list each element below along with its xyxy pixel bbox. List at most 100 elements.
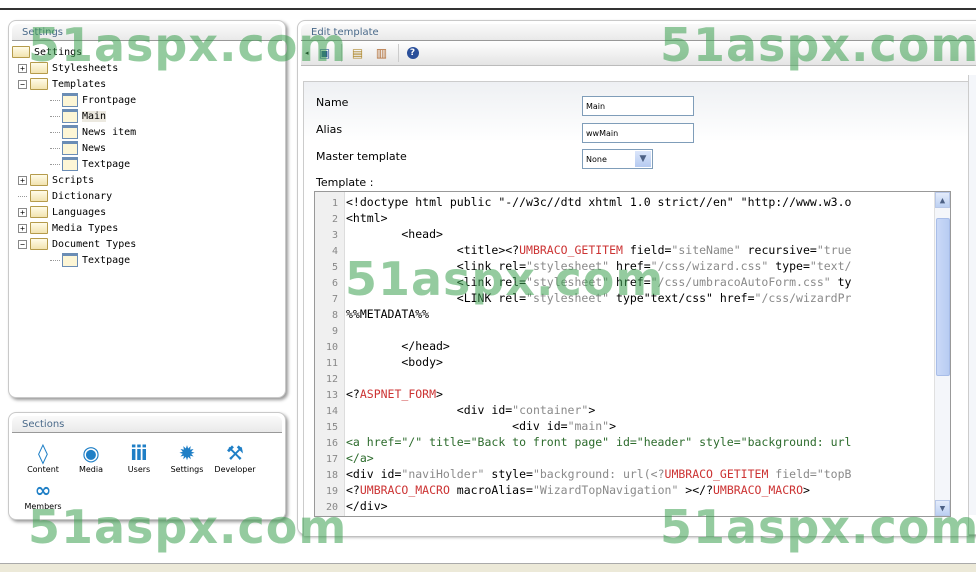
- tree-node[interactable]: − Document Types: [12, 236, 285, 252]
- tree-line: [50, 115, 60, 117]
- tree-node[interactable]: Main: [12, 108, 285, 124]
- tree-node[interactable]: Frontpage: [12, 92, 285, 108]
- line-number: 20: [325, 502, 338, 513]
- expand-icon[interactable]: +: [18, 175, 27, 185]
- template-icon: [62, 141, 78, 155]
- code-token: <div id=: [346, 419, 568, 433]
- tree-line: [50, 131, 60, 133]
- template-icon: [62, 125, 78, 139]
- sections-grid: ◊ Content ◉ Media ⅲ Users ✹ Settings ⚒ Developer ∞…: [9, 433, 285, 515]
- code-token: %%METADATA%%: [346, 307, 430, 321]
- code-text: <?ASPNET_FORM>: [342, 387, 443, 401]
- tree-node[interactable]: − Templates: [12, 76, 285, 92]
- insert-field-icon[interactable]: ▤: [350, 45, 366, 61]
- tree-node[interactable]: + Stylesheets: [12, 60, 285, 76]
- section-content[interactable]: ◊ Content: [19, 441, 67, 474]
- code-text: <a href="/" title="Back to front page" i…: [342, 435, 851, 449]
- tree-node-label: Media Types: [52, 222, 119, 234]
- section-members[interactable]: ∞ Members: [19, 478, 67, 511]
- settings-panel: Settings Settings + Stylesheets − Templates F…: [8, 20, 286, 398]
- expand-icon[interactable]: +: [18, 223, 27, 233]
- tree-line: [50, 99, 60, 101]
- tree-node[interactable]: + Scripts: [12, 172, 285, 188]
- scroll-thumb[interactable]: [936, 218, 950, 376]
- settings-tree: Settings + Stylesheets − Templates Frontpage M…: [9, 41, 285, 268]
- code-token: ASPNET_FORM: [359, 387, 437, 401]
- tree-node-label: Dictionary: [52, 190, 113, 202]
- tree-line: [18, 195, 27, 197]
- code-token: </a>: [346, 451, 374, 465]
- code-line: 6 <link rel="stylesheet" href="/css/umbr…: [315, 274, 950, 290]
- code-token: type"text/css" href=: [609, 291, 755, 305]
- open-folder-icon: [30, 78, 48, 90]
- code-line: 3 <head>: [315, 226, 950, 242]
- code-token: <LINK rel=: [346, 291, 527, 305]
- code-text: </head>: [342, 339, 449, 353]
- code-token: <a href="/" title="Back to front page" i…: [346, 435, 852, 449]
- code-token: href=: [609, 275, 651, 289]
- code-token: "text/: [809, 259, 852, 273]
- section-label: Members: [24, 502, 62, 511]
- name-input[interactable]: Main: [582, 96, 694, 116]
- template-code-editor[interactable]: 1 <!doctype html public "-//w3c//dtd xhtm…: [314, 191, 951, 517]
- tree-node-label: News item: [82, 126, 137, 138]
- code-text: <title><?UMBRACO_GETITEM field="siteName…: [342, 243, 852, 257]
- tree-node[interactable]: Dictionary: [12, 188, 285, 204]
- scroll-down-icon[interactable]: ▼: [935, 500, 950, 516]
- section-users[interactable]: ⅲ Users: [115, 441, 163, 474]
- code-token: >: [803, 483, 810, 497]
- tree-node[interactable]: Textpage: [12, 156, 285, 172]
- code-line: 9: [315, 322, 950, 338]
- settings-icon: ✹: [178, 441, 196, 465]
- tree-node[interactable]: Textpage: [12, 252, 285, 268]
- code-token: >: [588, 403, 596, 417]
- alias-input[interactable]: wwMain: [582, 123, 694, 143]
- code-token: UMBRACO_MACRO: [713, 483, 804, 497]
- tree-node[interactable]: + Media Types: [12, 220, 285, 236]
- code-text: <link rel="stylesheet" href="/css/wizard…: [342, 259, 852, 273]
- code-token: "true: [816, 243, 852, 257]
- tree-node[interactable]: Settings: [12, 44, 285, 60]
- status-bar: [0, 563, 976, 572]
- tree-node-label: Textpage: [82, 158, 131, 170]
- section-label: Developer: [214, 465, 256, 474]
- code-scrollbar[interactable]: ▲ ▼: [934, 192, 950, 516]
- code-token: <head>: [346, 227, 443, 241]
- tree-node-label: Textpage: [82, 254, 131, 266]
- tree-node[interactable]: News: [12, 140, 285, 156]
- section-media[interactable]: ◉ Media: [67, 441, 115, 474]
- help-icon[interactable]: ?: [406, 47, 419, 59]
- save-icon[interactable]: ▣: [317, 45, 333, 61]
- code-token: "stylesheet": [526, 291, 610, 305]
- collapse-icon[interactable]: −: [18, 79, 27, 89]
- expand-icon[interactable]: +: [18, 63, 27, 73]
- insert-macro-icon[interactable]: ▥: [374, 45, 390, 61]
- master-template-select[interactable]: None ▼: [582, 149, 653, 169]
- code-token: ></?: [678, 483, 713, 497]
- code-line: 7 <LINK rel="stylesheet" type"text/css" …: [315, 290, 950, 306]
- developer-icon: ⚒: [226, 441, 244, 465]
- code-line: 12: [315, 370, 950, 386]
- content-icon: ◊: [38, 441, 48, 465]
- folder-icon: [30, 222, 48, 234]
- tree-node-label: Settings: [34, 46, 83, 58]
- tree-node-label: Frontpage: [82, 94, 137, 106]
- code-line: 5 <link rel="stylesheet" href="/css/wiza…: [315, 258, 950, 274]
- code-line: 1 <!doctype html public "-//w3c//dtd xhtm…: [315, 194, 950, 210]
- page-scrollbar[interactable]: [968, 75, 976, 515]
- chevron-down-icon[interactable]: ▼: [635, 151, 651, 167]
- code-token: style=: [484, 467, 533, 481]
- section-developer[interactable]: ⚒ Developer: [211, 441, 259, 474]
- expand-icon[interactable]: +: [18, 207, 27, 217]
- collapse-icon[interactable]: −: [18, 239, 27, 249]
- tree-node[interactable]: News item: [12, 124, 285, 140]
- tree-node[interactable]: + Languages: [12, 204, 285, 220]
- code-line: 11 <body>: [315, 354, 950, 370]
- code-token: "container": [512, 403, 589, 417]
- scroll-up-icon[interactable]: ▲: [935, 192, 950, 208]
- code-text: <link rel="stylesheet" href="/css/umbrac…: [342, 275, 852, 289]
- sections-panel-title: Sections: [12, 416, 282, 433]
- code-text: <div id="main">: [342, 419, 616, 433]
- section-settings[interactable]: ✹ Settings: [163, 441, 211, 474]
